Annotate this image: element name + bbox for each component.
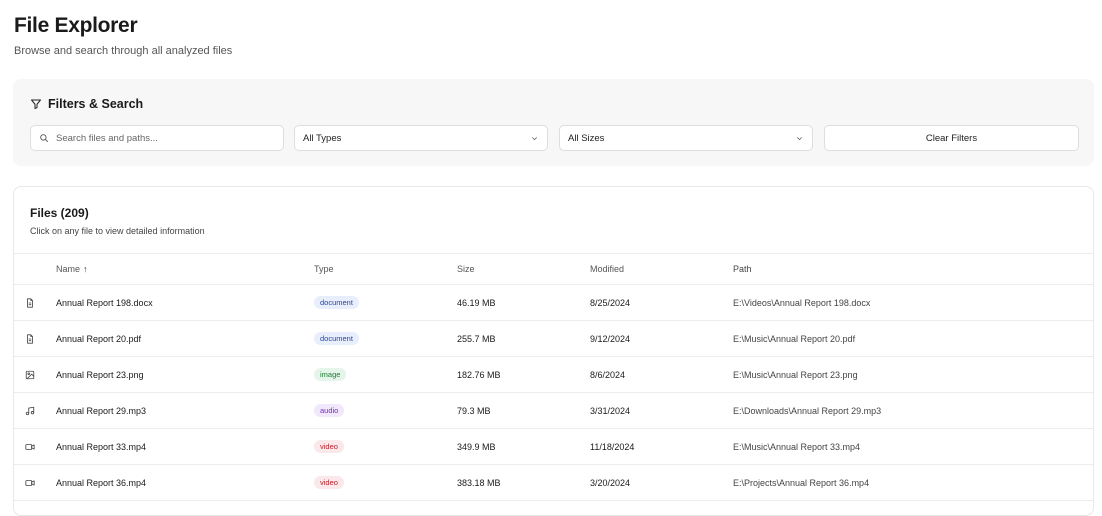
document-icon: [25, 285, 37, 320]
clear-filters-button[interactable]: Clear Filters: [824, 125, 1079, 151]
table-row[interactable]: Annual Report 20.pdf document 255.7 MB 9/12…: [14, 321, 1093, 357]
file-type: audio: [314, 393, 345, 428]
file-name: Annual Report 33.mp4: [56, 441, 147, 452]
type-badge: audio: [314, 404, 345, 417]
file-name: Annual Report 36.mp4: [56, 477, 147, 488]
file-modified: 8/6/2024: [590, 369, 626, 380]
filter-icon: [31, 99, 41, 109]
type-select[interactable]: All Types: [294, 125, 548, 151]
page-title: File Explorer: [14, 14, 138, 37]
files-card: Files (209) Click on any file to view de…: [13, 186, 1094, 516]
files-table: Name ↑ Type Size Modified Path Annual Re…: [14, 253, 1093, 501]
table-row[interactable]: Annual Report 198.docx document 46.19 MB 8/…: [14, 285, 1093, 321]
file-modified: 8/25/2024: [590, 297, 631, 308]
table-row[interactable]: Annual Report 33.mp4 video 349.9 MB 11/18/2…: [14, 429, 1093, 465]
size-select[interactable]: All Sizes: [559, 125, 813, 151]
chevron-down-icon: [796, 136, 803, 140]
file-size: 182.76 MB: [457, 369, 501, 380]
file-size: 79.3 MB: [457, 405, 491, 416]
column-header-type[interactable]: Type: [314, 254, 334, 284]
type-badge: video: [314, 440, 344, 453]
file-path: E:\Videos\Annual Report 198.docx: [733, 297, 871, 308]
file-size: 46.19 MB: [457, 297, 496, 308]
size-select-value: All Sizes: [568, 132, 605, 144]
type-badge: video: [314, 476, 344, 489]
search-box[interactable]: [30, 125, 284, 151]
search-icon: [40, 134, 49, 143]
file-type: video: [314, 465, 344, 500]
file-modified: 3/31/2024: [590, 405, 631, 416]
file-type: document: [314, 285, 359, 320]
search-input[interactable]: [56, 132, 266, 144]
file-path: E:\Music\Annual Report 23.png: [733, 369, 858, 380]
file-type: image: [314, 357, 347, 392]
file-modified: 11/18/2024: [590, 441, 635, 452]
column-header-path[interactable]: Path: [733, 254, 752, 284]
type-select-value: All Types: [303, 132, 342, 144]
column-header-modified[interactable]: Modified: [590, 254, 624, 284]
file-path: E:\Downloads\Annual Report 29.mp3: [733, 405, 882, 416]
file-path: E:\Music\Annual Report 33.mp4: [733, 441, 861, 452]
file-name: Annual Report 29.mp3: [56, 405, 147, 416]
file-path: E:\Projects\Annual Report 36.mp4: [733, 477, 870, 488]
file-type: document: [314, 321, 359, 356]
file-size: 255.7 MB: [457, 333, 496, 344]
table-row[interactable]: Annual Report 36.mp4 video 383.18 MB 3/20/2…: [14, 465, 1093, 501]
file-name: Annual Report 198.docx: [56, 297, 153, 308]
file-name: Annual Report 20.pdf: [56, 333, 142, 344]
image-icon: [25, 357, 37, 392]
file-modified: 9/12/2024: [590, 333, 631, 344]
file-name: Annual Report 23.png: [56, 369, 144, 380]
type-badge: document: [314, 332, 359, 345]
column-name-label: Name: [56, 264, 81, 274]
files-title: Files (209): [30, 206, 89, 220]
table-row[interactable]: Annual Report 23.png image 182.76 MB 8/6/20…: [14, 357, 1093, 393]
filters-card: Filters & Search All Types All Sizes Cle…: [13, 79, 1094, 166]
document-icon: [25, 321, 37, 356]
file-type: video: [314, 429, 344, 464]
column-header-name[interactable]: Name ↑: [56, 254, 88, 284]
video-icon: [25, 429, 37, 464]
file-modified: 3/20/2024: [590, 477, 631, 488]
sort-ascending-icon: ↑: [83, 264, 88, 274]
type-badge: image: [314, 368, 347, 381]
page-subtitle: Browse and search through all analyzed f…: [14, 45, 233, 57]
type-badge: document: [314, 296, 359, 309]
chevron-down-icon: [531, 136, 538, 140]
video-icon: [25, 465, 37, 500]
column-header-size[interactable]: Size: [457, 254, 475, 284]
files-subtitle: Click on any file to view detailed infor…: [30, 226, 205, 236]
table-header: Name ↑ Type Size Modified Path: [14, 253, 1093, 285]
file-size: 383.18 MB: [457, 477, 501, 488]
filters-title: Filters & Search: [48, 97, 144, 111]
file-size: 349.9 MB: [457, 441, 496, 452]
table-row[interactable]: Annual Report 29.mp3 audio 79.3 MB 3/31/202…: [14, 393, 1093, 429]
file-path: E:\Music\Annual Report 20.pdf: [733, 333, 856, 344]
filters-heading: Filters & Search: [30, 97, 143, 111]
music-icon: [25, 393, 37, 428]
